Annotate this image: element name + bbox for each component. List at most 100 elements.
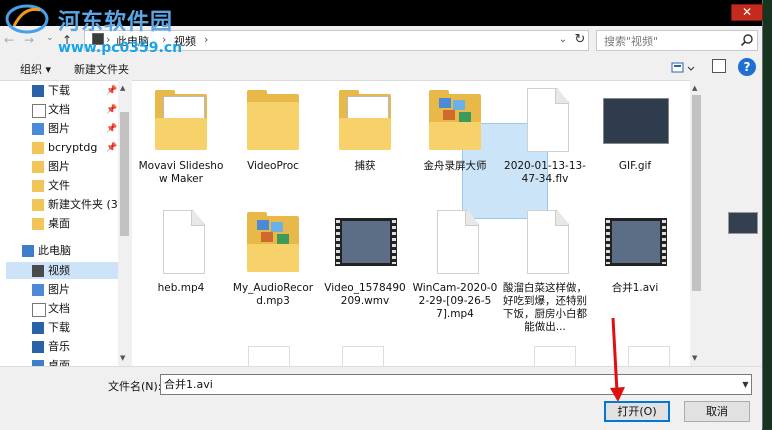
sidebar-item[interactable]: 图片 📌: [14, 120, 118, 138]
sidebar-item-label: 下载: [48, 84, 70, 97]
partial-file-tile: [248, 346, 290, 367]
pin-icon: 📌: [106, 143, 118, 153]
refresh-icon[interactable]: ↻: [572, 32, 588, 48]
file-name: GIF.gif: [618, 160, 652, 172]
sidebar-item[interactable]: 文件: [14, 177, 118, 195]
file-tile[interactable]: GIF.gif: [592, 84, 678, 204]
watermark-url: www.pc0359.cn: [58, 40, 183, 56]
sidebar-item[interactable]: 音乐: [14, 338, 118, 356]
file-name: 2020-01-13-13-47-34.flv: [504, 160, 586, 185]
image-thumbnail: [603, 84, 669, 158]
file-name: 金舟录屏大师: [423, 160, 487, 172]
file-tile[interactable]: WinCam-2020-02-29-[09-26-57].mp4: [412, 206, 498, 326]
sidebar-item-label: bcryptdg: [48, 141, 98, 154]
sidebar-item-label: 图片: [48, 160, 70, 173]
sidebar-item-label: 图片: [48, 122, 70, 135]
file-tile[interactable]: Video_1578490209.wmv: [322, 206, 408, 326]
address-dropdown-icon[interactable]: ⌄: [556, 33, 570, 47]
open-button[interactable]: 打开(O): [604, 401, 670, 422]
folder-icon: [32, 199, 44, 211]
sidebar-item[interactable]: 下载: [14, 319, 118, 337]
sidebar-item-label: 文档: [48, 103, 70, 116]
scroll-up-icon[interactable]: ▲: [692, 84, 697, 92]
file-tile[interactable]: 酸溜白菜这样做，好吃到爆，还特别下饭，厨房小白都能做出...: [502, 206, 588, 333]
folder-icon: [32, 218, 44, 230]
scroll-up-icon[interactable]: ▲: [120, 84, 125, 92]
file-tile[interactable]: 捕获: [322, 84, 408, 204]
sidebar-item[interactable]: 下载 📌: [14, 82, 118, 100]
search-icon[interactable]: [740, 33, 754, 47]
preview-pane-icon[interactable]: [712, 59, 726, 73]
view-options-icon[interactable]: [670, 59, 696, 77]
download-arrow-icon: [32, 85, 44, 97]
sidebar-item[interactable]: 视频: [14, 262, 118, 280]
file-tile[interactable]: Movavi Slideshow Maker: [138, 84, 224, 204]
sidebar-item-label: 此电脑: [38, 244, 71, 257]
file-name: Video_1578490209.wmv: [324, 282, 406, 307]
file-icon: [513, 206, 577, 280]
preview-thumbnail: [728, 212, 758, 234]
file-tile[interactable]: 合并1.avi: [592, 206, 678, 326]
file-name: heb.mp4: [157, 282, 205, 294]
sidebar-item[interactable]: 图片: [14, 158, 118, 176]
sidebar-item[interactable]: 桌面: [14, 215, 118, 233]
sidebar-item[interactable]: 新建文件夹 (3): [14, 196, 122, 214]
sidebar-item-label: 新建文件夹 (3): [48, 198, 123, 211]
scroll-down-icon[interactable]: ▼: [120, 354, 125, 362]
file-tile[interactable]: VideoProc: [230, 84, 316, 204]
music-note-icon: [32, 341, 44, 353]
video-thumbnail: [333, 206, 397, 280]
watermark-site-name: 河东软件园: [58, 9, 174, 35]
nav-scrollbar-thumb[interactable]: [120, 112, 129, 236]
sidebar-item-label: 视频: [48, 264, 70, 277]
folder-icon: [149, 84, 213, 158]
file-tile[interactable]: 金舟录屏大师: [412, 84, 498, 204]
file-name: WinCam-2020-02-29-[09-26-57].mp4: [412, 282, 498, 320]
pin-icon: 📌: [106, 86, 118, 96]
pin-icon: 📌: [106, 124, 118, 134]
scroll-down-icon[interactable]: ▼: [692, 354, 697, 362]
partial-file-tile: [534, 346, 576, 367]
picture-icon: [32, 284, 44, 296]
document-icon: [32, 303, 46, 317]
organize-menu[interactable]: 组织 ▾: [20, 61, 51, 77]
filename-input[interactable]: 合并1.avi: [160, 374, 752, 395]
sidebar-item[interactable]: 文档 📌: [14, 101, 118, 119]
sidebar-item[interactable]: bcryptdg 📌: [14, 139, 118, 157]
folder-icon: [32, 180, 44, 192]
sidebar-item-label: 桌面: [48, 217, 70, 230]
file-tile[interactable]: My_AudioRecord.mp3: [230, 206, 316, 326]
partial-file-tile: [342, 346, 384, 367]
video-icon: [32, 265, 44, 277]
sidebar-item-label: 图片: [48, 283, 70, 296]
pin-icon: 📌: [106, 105, 118, 115]
help-icon[interactable]: ?: [738, 58, 756, 76]
sidebar-item[interactable]: 此电脑: [4, 242, 108, 260]
file-tile[interactable]: heb.mp4: [138, 206, 224, 326]
file-icon: [149, 206, 213, 280]
file-tile[interactable]: 2020-01-13-13-47-34.flv: [502, 84, 588, 204]
filename-label: 文件名(N):: [108, 380, 162, 393]
file-list-scrollbar-thumb[interactable]: [692, 95, 701, 291]
sidebar-item[interactable]: 文档: [14, 300, 118, 318]
cancel-button[interactable]: 取消: [684, 401, 750, 422]
file-icon: [513, 84, 577, 158]
sidebar-item[interactable]: 图片: [14, 281, 118, 299]
filename-dropdown-icon[interactable]: ▼: [740, 375, 751, 394]
folder-icon: [32, 142, 44, 154]
file-name: 合并1.avi: [611, 282, 659, 294]
folder-icon: [241, 84, 305, 158]
sidebar-item-label: 文件: [48, 179, 70, 192]
new-folder-button[interactable]: 新建文件夹: [74, 61, 129, 77]
sidebar-item-label: 文档: [48, 302, 70, 315]
partial-file-tile: [628, 346, 670, 367]
file-name: Movavi Slideshow Maker: [138, 160, 224, 185]
watermark-logo: [5, 4, 49, 34]
picture-icon: [32, 123, 44, 135]
folder-icon: [241, 206, 305, 280]
close-button[interactable]: ✕: [731, 4, 763, 21]
file-name: My_AudioRecord.mp3: [232, 282, 314, 307]
folder-icon: [423, 84, 487, 158]
file-name: 酸溜白菜这样做，好吃到爆，还特别下饭，厨房小白都能做出...: [503, 282, 587, 333]
computer-icon: [22, 245, 34, 257]
